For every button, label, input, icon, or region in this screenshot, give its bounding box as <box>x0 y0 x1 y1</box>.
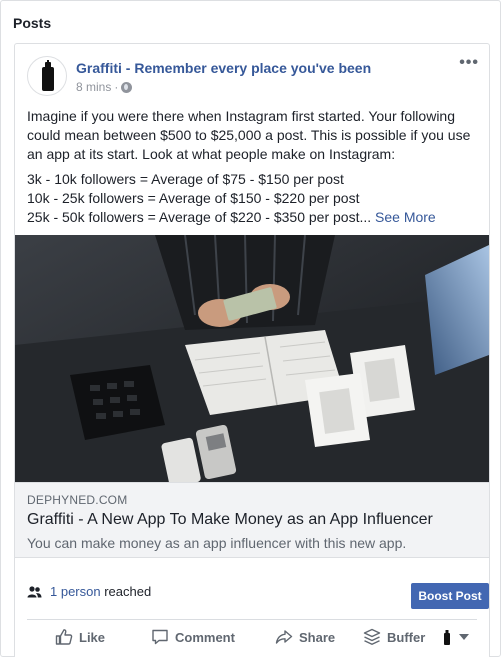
share-label: Share <box>299 629 336 645</box>
post-line: 3k - 10k followers = Average of $75 - $1… <box>27 171 344 187</box>
post-time[interactable]: 8 mins <box>76 80 111 94</box>
caret-down-icon <box>459 634 469 640</box>
more-options-icon[interactable]: ••• <box>459 54 479 72</box>
thumbs-up-icon <box>55 629 73 645</box>
see-more-link[interactable]: See More <box>375 209 436 225</box>
comment-icon <box>152 629 168 645</box>
actions-divider <box>27 619 477 620</box>
post-line-last: 25k - 50k followers = Average of $220 - … <box>27 208 477 227</box>
page-avatar[interactable] <box>27 56 67 96</box>
post-body: Imagine if you were there when Instagram… <box>27 107 477 227</box>
post-paragraph: Imagine if you were there when Instagram… <box>27 108 471 162</box>
like-button[interactable]: Like <box>55 628 105 646</box>
reach-suffix: reached <box>104 584 152 599</box>
post-meta: 8 mins · <box>76 80 133 94</box>
comment-label: Comment <box>175 629 235 645</box>
reach-stats: 1 person reached <box>27 584 151 599</box>
link-title[interactable]: Graffiti - A New App To Make Money as an… <box>27 511 433 529</box>
buffer-stack-icon <box>363 628 381 645</box>
post-as-selector[interactable] <box>443 628 469 646</box>
page-name-link[interactable]: Graffiti - Remember every place you've b… <box>76 60 371 76</box>
action-bar: Like Comment Share Buffer <box>15 624 489 654</box>
meta-separator: · <box>114 80 119 94</box>
spray-can-icon <box>444 630 450 645</box>
posts-panel: Posts Graffiti - Remember every place yo… <box>0 0 501 657</box>
link-preview[interactable]: DEPHYNED.COM Graffiti - A New App To Mak… <box>15 482 489 558</box>
spray-can-logo <box>42 60 54 91</box>
post-line-text: 25k - 50k followers = Average of $220 - … <box>27 209 372 225</box>
buffer-label: Buffer <box>387 629 426 645</box>
link-description: You can make money as an app influencer … <box>27 535 407 551</box>
reach-count-link[interactable]: 1 person <box>50 584 101 599</box>
comment-button[interactable]: Comment <box>151 628 235 646</box>
post-card: Graffiti - Remember every place you've b… <box>14 43 490 657</box>
people-icon <box>27 585 42 597</box>
share-button[interactable]: Share <box>275 628 335 646</box>
post-line: 10k - 25k followers = Average of $150 - … <box>27 190 360 206</box>
money-counting-photo <box>15 235 489 482</box>
buffer-button[interactable]: Buffer <box>363 628 425 646</box>
post-image[interactable] <box>15 235 489 482</box>
link-domain: DEPHYNED.COM <box>27 493 128 507</box>
section-title: Posts <box>13 15 52 31</box>
share-arrow-icon <box>275 630 293 644</box>
boost-post-button[interactable]: Boost Post <box>411 583 489 609</box>
like-label: Like <box>79 629 106 645</box>
globe-icon <box>121 81 133 93</box>
